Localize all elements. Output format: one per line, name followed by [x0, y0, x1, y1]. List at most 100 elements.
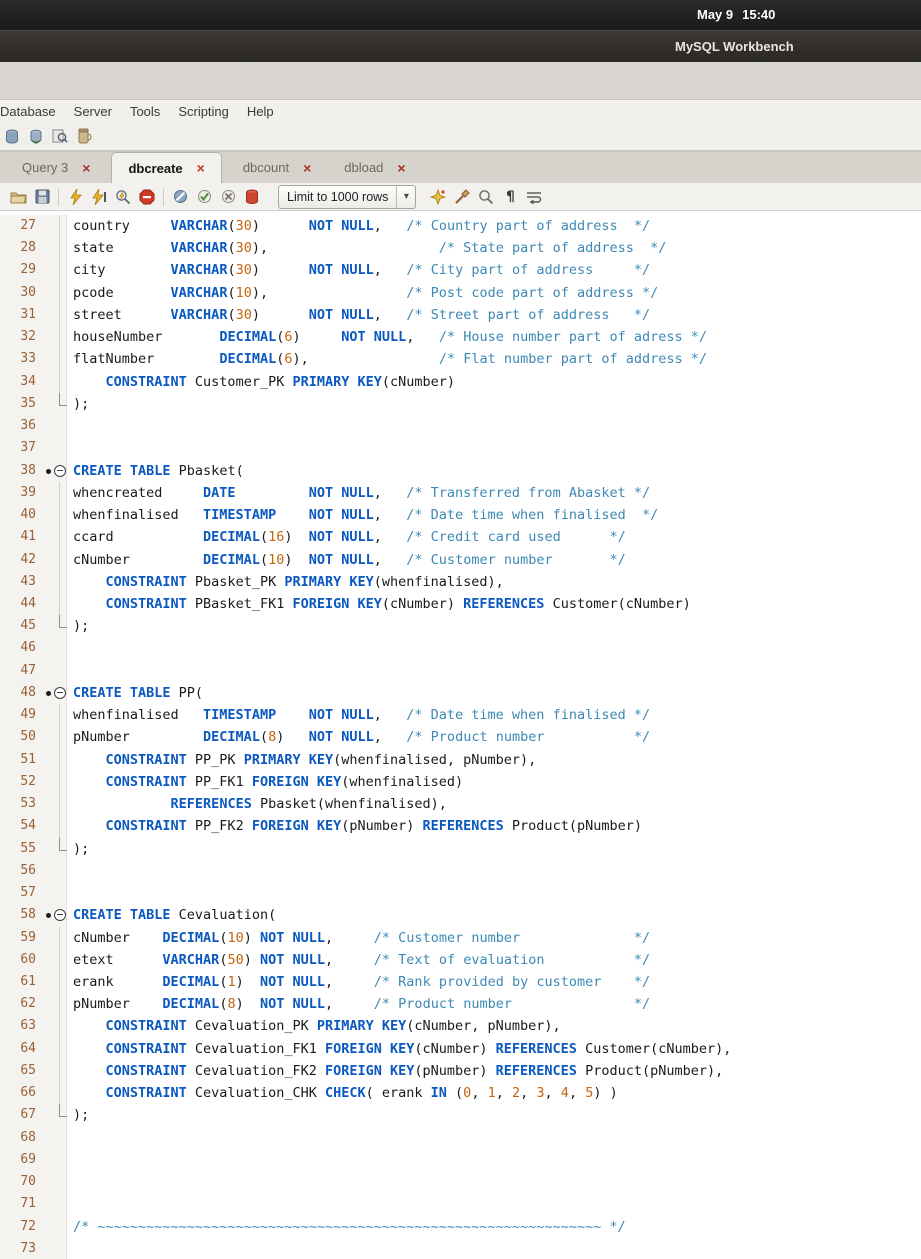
code-line[interactable]: 39 whencreated DATE NOT NULL, /* Transfer…	[0, 481, 921, 505]
code-line[interactable]: 45);	[0, 615, 921, 638]
execute-script-icon[interactable]	[63, 185, 87, 209]
clear-icon[interactable]	[450, 185, 474, 209]
code-line[interactable]: 66 CONSTRAINT Cevaluation_CHK CHECK( era…	[0, 1082, 921, 1105]
code-line[interactable]: 48 CREATE TABLE PP(	[0, 681, 921, 705]
beautify-icon[interactable]	[426, 185, 450, 209]
code-line[interactable]: 56	[0, 859, 921, 883]
code-line[interactable]: 30 pcode VARCHAR(10), /* Post code part o…	[0, 281, 921, 304]
fold-gutter	[40, 259, 67, 282]
code-line[interactable]: 36	[0, 415, 921, 438]
code-line[interactable]: 38 CREATE TABLE Pbasket(	[0, 459, 921, 482]
autocommit-icon[interactable]	[240, 185, 264, 209]
code-line[interactable]: 61 erank DECIMAL(1) NOT NULL, /* Rank pro…	[0, 970, 921, 994]
tab-dbload[interactable]: dbload ×	[332, 152, 417, 183]
line-number: 39	[0, 481, 40, 505]
code-line[interactable]: 72 /* ~~~~~~~~~~~~~~~~~~~~~~~~~~~~~~~~~~~…	[0, 1215, 921, 1238]
close-icon[interactable]: ×	[197, 161, 205, 175]
close-icon[interactable]: ×	[303, 161, 311, 175]
tab-dbcreate[interactable]: dbcreate ×	[111, 152, 222, 183]
line-number: 30	[0, 281, 40, 304]
fold-gutter	[40, 437, 67, 460]
code-line[interactable]: 37	[0, 437, 921, 460]
code-line[interactable]: 58 CREATE TABLE Cevaluation(	[0, 904, 921, 927]
code-text: CONSTRAINT Cevaluation_CHK CHECK( erank …	[105, 1085, 618, 1102]
code-line[interactable]: 60 etext VARCHAR(50) NOT NULL, /* Text of…	[0, 948, 921, 971]
stop-icon[interactable]	[135, 185, 159, 209]
close-icon[interactable]: ×	[397, 161, 405, 175]
code-line[interactable]: 42 cNumber DECIMAL(10) NOT NULL, /* Custo…	[0, 548, 921, 571]
code-text: REFERENCES Pbasket(whenfinalised),	[170, 796, 447, 813]
code-line[interactable]: 59 cNumber DECIMAL(10) NOT NULL, /* Custo…	[0, 926, 921, 949]
code-text: CONSTRAINT PP_PK PRIMARY KEY(whenfinalis…	[105, 751, 537, 768]
code-line[interactable]: 57	[0, 882, 921, 905]
code-line[interactable]: 70	[0, 1171, 921, 1194]
code-line[interactable]: 49 whenfinalised TIMESTAMP NOT NULL, /* D…	[0, 704, 921, 727]
save-icon[interactable]	[30, 185, 54, 209]
code-line[interactable]: 54 CONSTRAINT PP_FK2 FOREIGN KEY(pNumber…	[0, 815, 921, 838]
wrap-icon[interactable]	[522, 185, 546, 209]
code-line[interactable]: 63 CONSTRAINT Cevaluation_PK PRIMARY KEY…	[0, 1015, 921, 1038]
menu-database[interactable]: Database	[0, 101, 65, 122]
sql-editor-toolbar: Limit to 1000 rows ▾ ¶	[0, 183, 921, 211]
tab-query-3[interactable]: Query 3 ×	[10, 152, 102, 183]
tab-label: dbcreate	[128, 160, 183, 176]
code-line[interactable]: 46	[0, 637, 921, 660]
menu-tools[interactable]: Tools	[121, 101, 169, 122]
code-line[interactable]: 67);	[0, 1104, 921, 1127]
code-line[interactable]: 34 CONSTRAINT Customer_PK PRIMARY KEY(cN…	[0, 370, 921, 393]
invisibles-icon[interactable]: ¶	[498, 185, 522, 209]
sync-database-icon[interactable]	[26, 126, 46, 148]
code-line[interactable]: 32 houseNumber DECIMAL(6) NOT NULL, /* Ho…	[0, 326, 921, 349]
code-line[interactable]: 44 CONSTRAINT PBasket_FK1 FOREIGN KEY(cN…	[0, 592, 921, 616]
code-line[interactable]: 73	[0, 1237, 921, 1259]
menu-scripting[interactable]: Scripting	[169, 101, 238, 122]
fold-collapse-icon[interactable]	[40, 459, 67, 482]
code-line[interactable]: 71	[0, 1193, 921, 1216]
fold-collapse-icon[interactable]	[40, 681, 67, 705]
code-line[interactable]: 33 flatNumber DECIMAL(6), /* Flat number …	[0, 348, 921, 371]
menu-help[interactable]: Help	[238, 101, 283, 122]
close-icon[interactable]: ×	[82, 161, 90, 175]
code-line[interactable]: 68	[0, 1126, 921, 1149]
commit-icon[interactable]	[192, 185, 216, 209]
database-icon[interactable]	[2, 126, 22, 148]
code-line[interactable]: 64 CONSTRAINT Cevaluation_FK1 FOREIGN KE…	[0, 1037, 921, 1060]
toggle-stop-on-error-icon[interactable]	[168, 185, 192, 209]
fold-gutter	[40, 637, 67, 660]
code-line[interactable]: 50 pNumber DECIMAL(8) NOT NULL, /* Produc…	[0, 726, 921, 749]
code-line[interactable]: 40 whenfinalised TIMESTAMP NOT NULL, /* D…	[0, 504, 921, 527]
code-line[interactable]: 31 street VARCHAR(30) NOT NULL, /* Street…	[0, 303, 921, 327]
explain-icon[interactable]	[111, 185, 135, 209]
code-line[interactable]: 43 CONSTRAINT Pbasket_PK PRIMARY KEY(whe…	[0, 570, 921, 593]
find-icon[interactable]	[474, 185, 498, 209]
open-file-icon[interactable]	[6, 185, 30, 209]
search-database-icon[interactable]	[50, 126, 70, 148]
tab-dbcount[interactable]: dbcount ×	[231, 152, 323, 183]
limit-rows-dropdown[interactable]: Limit to 1000 rows ▾	[278, 184, 417, 209]
code-line[interactable]: 27 country VARCHAR(30) NOT NULL, /* Count…	[0, 215, 921, 238]
fold-collapse-icon[interactable]	[40, 904, 67, 927]
fold-gutter	[40, 526, 67, 549]
rollback-icon[interactable]	[216, 185, 240, 209]
sql-code-editor[interactable]: 27 country VARCHAR(30) NOT NULL, /* Count…	[0, 211, 921, 1259]
code-line[interactable]: 29 city VARCHAR(30) NOT NULL, /* City par…	[0, 259, 921, 282]
code-line[interactable]: 47	[0, 659, 921, 682]
menu-server[interactable]: Server	[65, 101, 121, 122]
execute-statement-icon[interactable]	[87, 185, 111, 209]
code-line[interactable]: 69	[0, 1148, 921, 1172]
code-line[interactable]: 65 CONSTRAINT Cevaluation_FK2 FOREIGN KE…	[0, 1059, 921, 1083]
code-line[interactable]: 55);	[0, 837, 921, 860]
line-number: 37	[0, 437, 40, 460]
code-line[interactable]: 35);	[0, 392, 921, 416]
fold-gutter	[40, 370, 67, 393]
system-clock[interactable]: May 9 15:40	[697, 7, 775, 22]
code-line[interactable]: 28 state VARCHAR(30), /* State part of ad…	[0, 237, 921, 260]
code-line[interactable]: 62 pNumber DECIMAL(8) NOT NULL, /* Produc…	[0, 993, 921, 1016]
code-line[interactable]: 41 ccard DECIMAL(16) NOT NULL, /* Credit …	[0, 526, 921, 549]
dump-icon[interactable]	[74, 126, 94, 148]
code-line[interactable]: 52 CONSTRAINT PP_FK1 FOREIGN KEY(whenfin…	[0, 770, 921, 794]
code-line[interactable]: 51 CONSTRAINT PP_PK PRIMARY KEY(whenfina…	[0, 748, 921, 771]
code-line[interactable]: 53 REFERENCES Pbasket(whenfinalised),	[0, 793, 921, 816]
